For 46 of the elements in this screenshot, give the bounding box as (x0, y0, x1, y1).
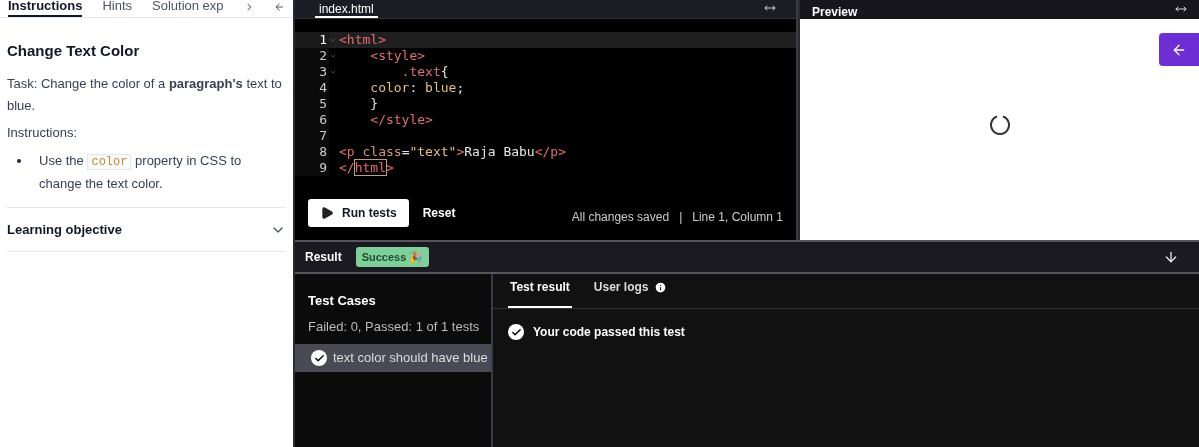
save-status: All changes saved (571, 208, 670, 226)
code-line: color: blue; (369, 80, 465, 96)
test-cases-title: Test Cases (308, 292, 377, 310)
line-number: 2 (295, 48, 329, 64)
code-line: .text{ (400, 64, 449, 80)
line-number: 6 (295, 112, 329, 128)
learning-objective-accordion[interactable]: Learning objective (7, 208, 286, 251)
preview-title: Preview (812, 5, 858, 19)
file-tab[interactable]: index.html (315, 2, 378, 18)
back-button[interactable] (1159, 33, 1199, 66)
line-number: 4 (295, 80, 329, 96)
info-icon (654, 280, 668, 294)
result-title: Result (305, 249, 342, 266)
code-line: <p class="text">Raja Babu</p> (339, 144, 566, 160)
code-line: </style> (369, 112, 433, 128)
passed-check-icon (508, 324, 524, 340)
task-text: Task: Change the color of a paragraph's text to blue. (7, 74, 283, 115)
code-line: <style> (369, 48, 426, 64)
reset-button[interactable]: Reset (422, 203, 456, 222)
line-number: 5 (295, 96, 329, 112)
success-badge: Success 🎉 (355, 246, 430, 268)
passed-check-icon (311, 350, 327, 366)
instructions-label: Instructions: (7, 123, 79, 142)
play-icon (320, 205, 334, 220)
panel-tab[interactable]: Hints (102, 0, 133, 17)
bullet-icon (17, 159, 21, 163)
line-number: 8 (295, 144, 329, 160)
line-number: 9 (295, 160, 329, 176)
line-number: 1 (295, 32, 329, 48)
result-tab[interactable]: User logs (591, 278, 670, 308)
code-line: </html> (339, 160, 394, 176)
test-summary: Failed: 0, Passed: 1 of 1 tests (308, 317, 478, 336)
code-line: <html> (339, 32, 386, 48)
result-tab[interactable]: Test result (508, 278, 572, 308)
panel-tab[interactable]: Solution exp (152, 0, 224, 17)
code-line: } (369, 96, 379, 112)
cursor-position: Line 1, Column 1 (692, 208, 783, 226)
status-separator: | (679, 208, 683, 226)
panel-tab[interactable]: Instructions (8, 0, 83, 17)
exercise-title: Change Text Color (7, 41, 141, 61)
run-tests-button[interactable]: Run tests (308, 198, 409, 227)
line-number: 7 (295, 128, 329, 144)
line-number: 3 (295, 64, 329, 80)
result-message: Your code passed this test (533, 324, 685, 341)
instruction-text: Use the color property in CSS to change the text color. (39, 152, 243, 193)
test-case-item[interactable]: text color should have blue (295, 344, 491, 372)
